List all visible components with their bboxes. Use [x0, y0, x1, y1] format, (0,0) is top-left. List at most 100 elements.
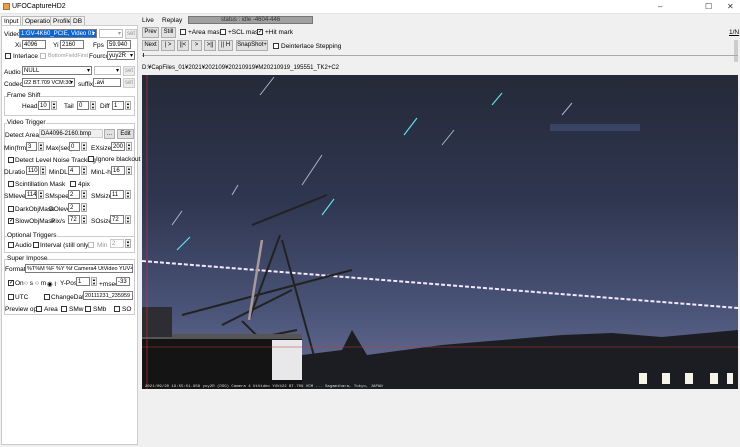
interval-checkbox[interactable] [33, 242, 39, 248]
smspeed-spinner[interactable]: ▲ ▼ [81, 190, 87, 199]
area-checkbox[interactable] [36, 306, 42, 312]
tail-spinner[interactable]: ▲ ▼ [90, 101, 96, 110]
dolevel-input[interactable]: 2 [68, 203, 80, 212]
min-checkbox[interactable] [88, 242, 94, 248]
smsize-spinner[interactable]: ▲ ▼ [125, 190, 131, 199]
radio-l[interactable]: ◉ l [47, 280, 56, 288]
radio-m[interactable]: ○ m [35, 280, 46, 287]
head-spinner[interactable]: ▲ ▼ [51, 101, 57, 110]
tab-live[interactable]: Live [142, 17, 154, 24]
dolevel-spinner[interactable]: ▲ ▼ [81, 203, 87, 212]
darkobj-checkbox[interactable] [8, 206, 14, 212]
fourcc-select[interactable]: yuy2R [107, 51, 135, 60]
yi-input[interactable]: 2160 [60, 40, 84, 49]
dlratio-spinner[interactable]: ▲ ▼ [40, 166, 46, 175]
max-sec-spinner[interactable]: ▲ ▼ [81, 142, 87, 151]
seek-thumb[interactable] [143, 53, 144, 57]
so-checkbox[interactable] [114, 306, 120, 312]
browse-button[interactable]: ... [104, 129, 115, 139]
interlace-checkbox[interactable] [5, 53, 11, 59]
ypos-input[interactable]: 1 [76, 277, 90, 286]
smsize-input[interactable]: 11 [110, 190, 124, 199]
head-input[interactable]: 10 [38, 101, 50, 110]
next-button[interactable]: Next [142, 40, 159, 51]
step-button[interactable]: > [191, 40, 202, 51]
vertical-scrollbar[interactable] [734, 40, 738, 62]
smlevel-input[interactable]: 114 [25, 190, 37, 199]
close-button[interactable]: ✕ [727, 2, 734, 11]
slowobj-checkbox[interactable]: ✓ [8, 218, 14, 224]
scl-mask-checkbox[interactable] [220, 29, 226, 35]
msec-input[interactable]: -33 [116, 277, 130, 286]
radio-l-label: l [54, 281, 56, 288]
last-frame-button[interactable]: >|| [204, 40, 216, 51]
audio-mode-select[interactable] [94, 66, 121, 75]
format-input[interactable]: %T%M %F %Y %f Camera4 UtVideo YUV4 [25, 264, 133, 273]
mindl-input[interactable]: 4 [68, 166, 80, 175]
smb-checkbox[interactable] [85, 306, 91, 312]
codec-set-button[interactable]: set [123, 78, 135, 88]
pixs-spinner[interactable]: ▲ ▼ [81, 215, 87, 224]
area-mask-checkbox[interactable] [180, 29, 186, 35]
detect-area-input[interactable]: DA4096-2160.bmp [39, 129, 103, 138]
smspeed-input[interactable]: 2 [68, 190, 80, 199]
utc-checkbox[interactable] [8, 294, 14, 300]
audio-select[interactable]: NULL [22, 66, 92, 75]
change-date-input[interactable]: 20111231_235959 [83, 291, 133, 300]
radio-s[interactable]: ○ s [24, 280, 33, 287]
smlevel-spinner[interactable]: ▲ ▼ [38, 190, 44, 199]
detect-noise-checkbox[interactable] [8, 157, 14, 163]
exsize-input[interactable]: 200 [111, 142, 125, 151]
codec-select[interactable]: i22 BT.709 VCM:30 [22, 78, 75, 87]
tab-replay[interactable]: Replay [162, 17, 182, 24]
xi-input[interactable]: 4096 [22, 40, 46, 49]
snapshot-button[interactable]: SnapShot+ [236, 40, 268, 51]
mindl-spinner[interactable]: ▲ ▼ [81, 166, 87, 175]
diff-input[interactable]: 1 [112, 101, 124, 110]
audio-trigger-checkbox[interactable] [8, 242, 14, 248]
still-button[interactable]: Still [161, 27, 176, 38]
smw-label: SMw [69, 306, 84, 313]
tab-db[interactable]: DB [70, 16, 86, 25]
video-mode-select[interactable] [99, 29, 123, 38]
maximize-button[interactable]: ☐ [705, 2, 712, 11]
on-checkbox[interactable]: ✓ [8, 280, 14, 286]
deinterlace-stepping-checkbox[interactable] [273, 43, 279, 49]
fps-input[interactable]: 59.940 [107, 40, 131, 49]
max-sec-input[interactable]: 0 [69, 142, 80, 151]
first-frame-button[interactable]: ||< [177, 40, 189, 51]
audio-set-button[interactable]: set [123, 66, 135, 76]
play-button[interactable]: | > [161, 40, 175, 51]
ypos-spinner[interactable]: ▲ ▼ [91, 277, 97, 286]
video-device-select[interactable]: 1:GV-4K60_PCIE, Video 01 Ca [19, 29, 97, 38]
smw-checkbox[interactable] [61, 306, 67, 312]
pause-button[interactable]: || H [218, 40, 233, 51]
4pix-checkbox[interactable] [70, 181, 76, 187]
min-frm-input[interactable]: 3 [26, 142, 37, 151]
prev-button[interactable]: Prev [142, 27, 159, 38]
interval-min-spinner[interactable]: ▲ ▼ [125, 239, 131, 248]
suffix-input[interactable]: .avi [93, 78, 121, 87]
edit-button[interactable]: Edit [117, 129, 134, 139]
seek-slider[interactable] [142, 55, 738, 56]
minlh-spinner[interactable]: ▲ ▼ [126, 166, 132, 175]
pixs-input[interactable]: 72 [68, 215, 80, 224]
change-date-checkbox[interactable] [44, 294, 50, 300]
hit-mark-checkbox[interactable]: ✓ [257, 29, 263, 35]
minlh-input[interactable]: 16 [111, 166, 125, 175]
tail-input[interactable]: 0 [77, 101, 89, 110]
tab-input[interactable]: Input [1, 16, 22, 25]
ignore-blackout-checkbox[interactable] [88, 156, 94, 162]
sosize-input[interactable]: 72 [110, 215, 124, 224]
suffix-label: suffix [78, 81, 94, 88]
minimize-button[interactable]: – [658, 2, 662, 11]
min-frm-spinner[interactable]: ▲ ▼ [38, 142, 44, 151]
sosize-spinner[interactable]: ▲ ▼ [125, 215, 131, 224]
interval-min-input[interactable]: 2 [110, 239, 124, 248]
exsize-spinner[interactable]: ▲ ▼ [126, 142, 132, 151]
video-set-button[interactable]: set [125, 29, 137, 39]
scint-mask-checkbox[interactable] [8, 181, 14, 187]
dlratio-input[interactable]: 110 [26, 166, 39, 175]
bottom-field-first-checkbox[interactable] [40, 53, 46, 59]
diff-spinner[interactable]: ▲ ▼ [125, 101, 131, 110]
